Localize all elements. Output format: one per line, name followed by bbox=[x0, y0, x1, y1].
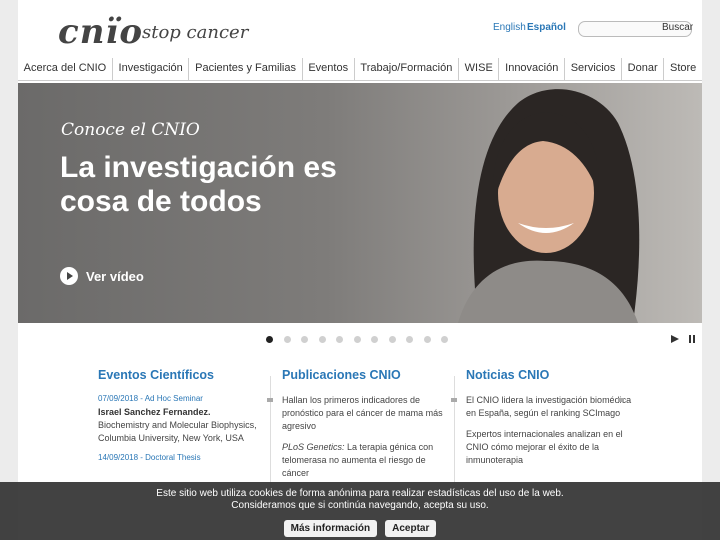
nav-item-investigacion[interactable]: Investigación bbox=[113, 58, 190, 80]
publications-column: Publicaciones CNIO Hallan los primeros i… bbox=[282, 368, 457, 506]
lang-english-link[interactable]: English bbox=[493, 22, 526, 33]
hero-title: La investigación es cosa de todos bbox=[60, 151, 337, 218]
cnio-logo[interactable]: cnïo bbox=[58, 12, 143, 52]
hero-banner[interactable]: Conoce el CNIO La investigación es cosa … bbox=[18, 83, 702, 323]
watch-video-label[interactable]: Ver vídeo bbox=[86, 269, 144, 284]
nav-item-eventos[interactable]: Eventos bbox=[303, 58, 355, 80]
event-name: Israel Sanchez Fernandez. bbox=[98, 406, 268, 419]
carousel-dot[interactable] bbox=[336, 336, 343, 343]
news-item[interactable]: Expertos internacionales analizan en el … bbox=[466, 428, 636, 467]
page: cnïo stop cancer English Español Buscar … bbox=[18, 0, 702, 540]
nav-item-pacientes[interactable]: Pacientes y Familias bbox=[189, 58, 303, 80]
watch-video-link[interactable]: Ver vídeo bbox=[60, 267, 144, 285]
lang-spanish-link[interactable]: Español bbox=[527, 22, 566, 33]
publication-item[interactable]: Hallan los primeros indicadores de pronó… bbox=[282, 394, 452, 433]
cookie-line-2: Consideramos que si continúa navegando, … bbox=[231, 500, 489, 511]
nav-item-trabajo[interactable]: Trabajo/Formación bbox=[355, 58, 459, 80]
carousel-play-icon[interactable] bbox=[671, 335, 679, 343]
hero-eyebrow: Conoce el CNIO bbox=[61, 120, 200, 140]
carousel-pause-icon[interactable] bbox=[689, 335, 696, 343]
nav-item-innovacion[interactable]: Innovación bbox=[499, 58, 566, 80]
more-info-button[interactable]: Más información bbox=[283, 520, 378, 537]
scroll-handle[interactable] bbox=[267, 398, 273, 402]
event-description: Biochemistry and Molecular Biophysics, C… bbox=[98, 420, 257, 443]
play-icon[interactable] bbox=[60, 267, 78, 285]
main-nav: Acerca del CNIO Investigación Pacientes … bbox=[18, 58, 702, 81]
cookie-line-1: Este sitio web utiliza cookies de forma … bbox=[156, 488, 564, 499]
hero-portrait bbox=[458, 89, 640, 323]
scroll-handle[interactable] bbox=[618, 398, 624, 402]
carousel-dot[interactable] bbox=[353, 336, 361, 343]
nav-item-donar[interactable]: Donar bbox=[622, 58, 665, 80]
publication-item[interactable]: PLoS Genetics: La terapia génica con tel… bbox=[282, 441, 452, 480]
cookie-banner: Este sitio web utiliza cookies de forma … bbox=[0, 482, 720, 540]
nav-item-wise[interactable]: WISE bbox=[459, 58, 500, 80]
news-heading[interactable]: Noticias CNIO bbox=[466, 368, 636, 382]
carousel-dot[interactable] bbox=[371, 336, 378, 343]
carousel-dot[interactable] bbox=[423, 336, 431, 343]
tagline: stop cancer bbox=[142, 22, 249, 43]
carousel-dot[interactable] bbox=[283, 336, 291, 343]
event-meta[interactable]: 07/09/2018 - Ad Hoc Seminar bbox=[98, 394, 268, 403]
carousel-dot[interactable] bbox=[441, 336, 448, 343]
event-speaker[interactable]: Israel Sanchez Fernandez. bbox=[98, 407, 211, 417]
carousel-dot[interactable] bbox=[406, 336, 413, 343]
carousel-dot[interactable] bbox=[266, 336, 273, 343]
events-column: Eventos Científicos 07/09/2018 - Ad Hoc … bbox=[98, 368, 273, 506]
scroll-handle[interactable] bbox=[451, 398, 457, 402]
nav-item-store[interactable]: Store bbox=[664, 58, 702, 80]
nav-item-servicios[interactable]: Servicios bbox=[565, 58, 622, 80]
carousel-dot[interactable] bbox=[388, 336, 396, 343]
publications-heading[interactable]: Publicaciones CNIO bbox=[282, 368, 452, 382]
accept-cookies-button[interactable]: Aceptar bbox=[385, 520, 437, 537]
carousel-dots bbox=[266, 336, 459, 343]
news-item[interactable]: El CNIO lidera la investigación biomédic… bbox=[466, 394, 636, 420]
publication-journal: PLoS Genetics: bbox=[282, 442, 345, 452]
cookie-text: Este sitio web utiliza cookies de forma … bbox=[0, 488, 720, 512]
carousel-dot[interactable] bbox=[318, 336, 326, 343]
events-heading[interactable]: Eventos Científicos bbox=[98, 368, 268, 382]
cookie-buttons: Más información Aceptar bbox=[0, 520, 720, 537]
news-column: Noticias CNIO El CNIO lidera la investig… bbox=[466, 368, 636, 467]
nav-item-acerca[interactable]: Acerca del CNIO bbox=[18, 58, 113, 80]
search-button[interactable]: Buscar bbox=[662, 22, 693, 33]
event-meta[interactable]: 14/09/2018 - Doctoral Thesis bbox=[98, 453, 268, 462]
carousel-dot[interactable] bbox=[301, 336, 308, 343]
